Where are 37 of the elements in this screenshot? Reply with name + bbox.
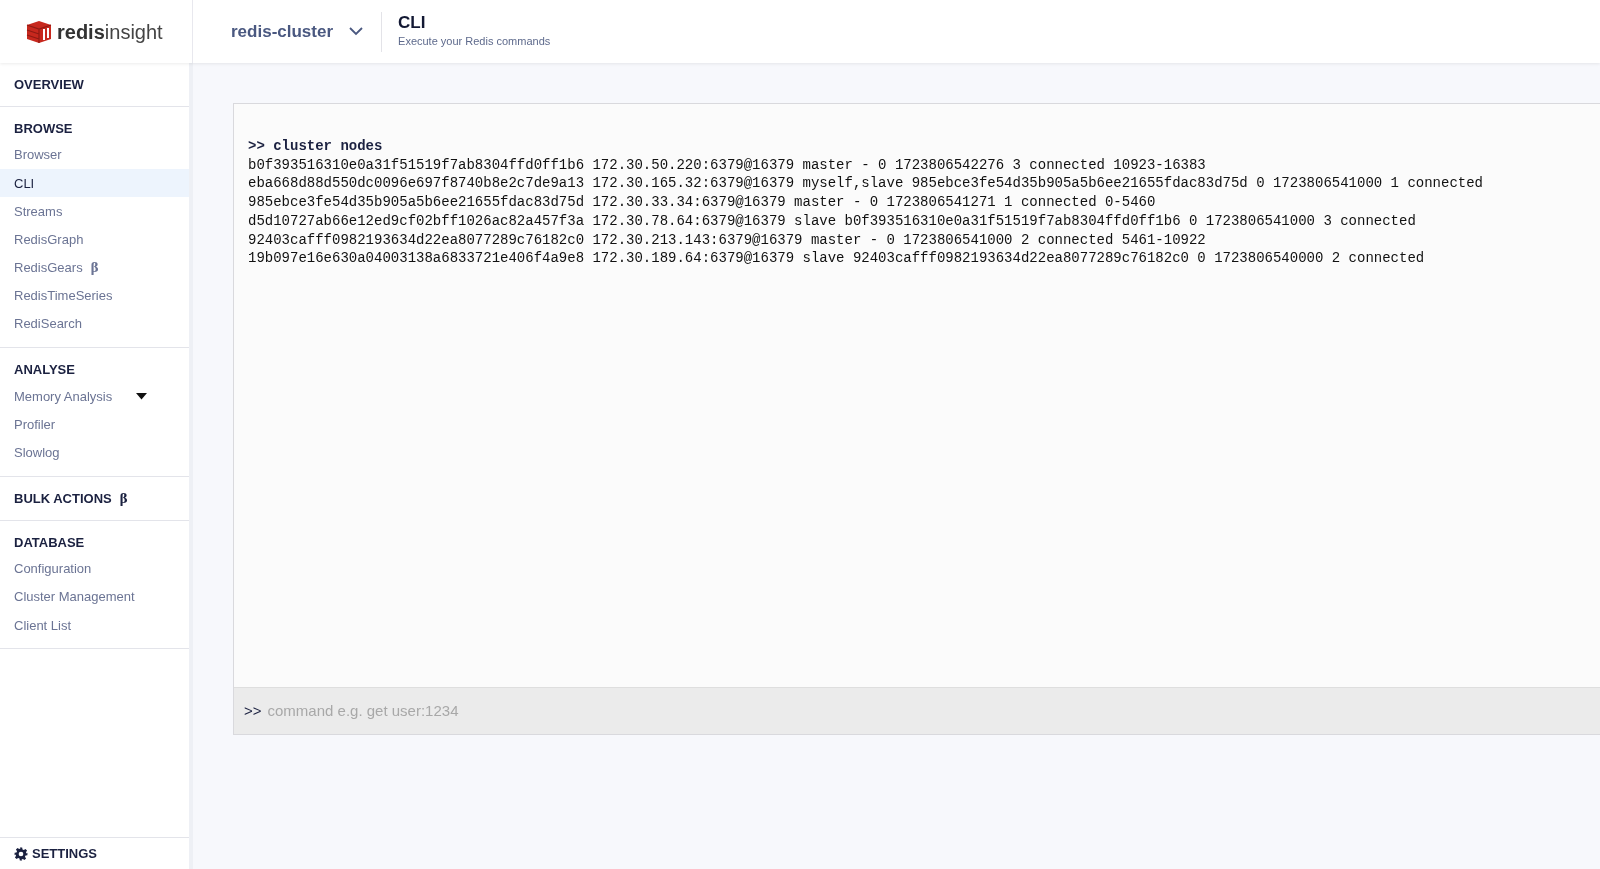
command-field[interactable]: >> command e.g. get user:1234: [234, 687, 1600, 734]
output-line: 19b097e16e630a04003138a6833721e406f4a9e8 172.30.189.64:6379@16379 slave 92403cafff0982193634d22ea8077289c76182c0 0 1723806540000 2 connected: [248, 249, 1426, 268]
section-heading: BROWSE: [13, 120, 74, 138]
section-heading[interactable]: OVERVIEW: [0, 72, 189, 97]
sidebar-item[interactable]: Client List: [0, 611, 189, 640]
settings-link[interactable]: SETTINGS: [0, 837, 189, 869]
sidebar-item[interactable]: RedisTimeSeries: [0, 281, 189, 311]
sidebar-item[interactable]: Profiler: [0, 410, 189, 439]
sidebar-item[interactable]: RedisGraph: [0, 225, 189, 254]
database-selector[interactable]: redis-cluster: [193, 12, 382, 51]
page-subtitle: Execute your Redis commands: [398, 33, 551, 49]
sidebar-item[interactable]: Configuration: [0, 554, 189, 584]
sidebar-item[interactable]: Slowlog: [0, 438, 189, 467]
section-heading: DATABASE: [13, 533, 86, 552]
output-line: eba668d88d550dc0096e697f8740b8e2c7de9a13 172.30.165.32:6379@16379 myself,slave 985ebce3fe54d35b905a5b6ee21655fdac83d75d 0 1723806541000 1 connected: [248, 174, 1484, 194]
sidebar-item[interactable]: Cluster Management: [0, 583, 189, 612]
command-input[interactable]: command e.g. get user:1234: [265, 698, 1600, 724]
output-line: d5d10727ab66e12ed9cf02bff1026ac82a457f3a 172.30.78.64:6379@16379 slave b0f393516310e0a31f51519f7ab8304ffd0ff1b6 0 1723806541000 3 connected: [248, 211, 1417, 231]
sidebar-item[interactable]: Memory Analysis: [0, 382, 189, 411]
sidebar-item[interactable]: Streams: [0, 197, 189, 226]
sidebar-item[interactable]: RediSearch: [0, 310, 189, 339]
logo-icon: [25, 18, 53, 45]
gear-icon: [14, 846, 28, 861]
caret-down-icon: [136, 392, 148, 400]
chevron-down-icon: [349, 27, 364, 36]
command-line: >> cluster nodes: [248, 137, 384, 156]
page-title: CLI: [398, 13, 427, 33]
prompt-symbol: >>: [244, 700, 262, 721]
logo-text: redisinsight: [57, 19, 163, 45]
output-line: 985ebce3fe54d35b905a5b6ee21655fdac83d75d 172.30.33.34:6379@16379 master - 0 1723806541271 1 connected 0-5460: [248, 193, 1157, 212]
sidebar-item[interactable]: Browser: [0, 141, 189, 170]
output-line: b0f393516310e0a31f51519f7ab8304ffd0ff1b6 172.30.50.220:6379@16379 master - 0 1723806542276 3 connected 10923-16383: [248, 155, 1207, 175]
section-heading[interactable]: BULK ACTIONS β: [0, 485, 189, 511]
section-heading: ANALYSE: [13, 361, 76, 380]
sidebar-item[interactable]: CLI: [0, 169, 189, 198]
output-line: 92403cafff0982193634d22ea8077289c76182c0 172.30.213.143:6379@16379 master - 0 1723806541000 2 connected 5461-10922: [248, 230, 1207, 250]
sidebar-item[interactable]: RedisGears β: [0, 253, 189, 282]
